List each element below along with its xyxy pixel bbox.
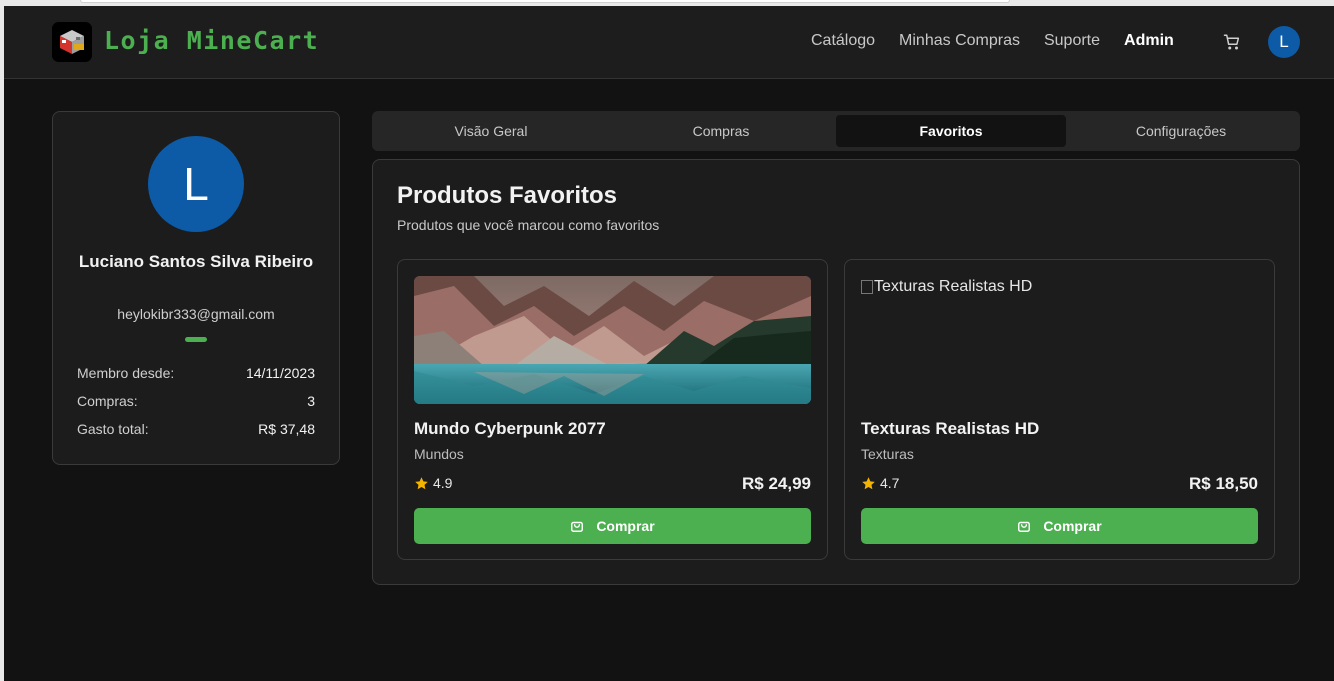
stat-value: 14/11/2023 <box>245 365 315 381</box>
profile-name: Luciano Santos Silva Ribeiro <box>78 252 314 271</box>
nav-catalogo[interactable]: Catálogo <box>811 32 875 50</box>
tab-configuracoes[interactable]: Configurações <box>1066 115 1296 147</box>
shopping-cart-icon[interactable] <box>1223 33 1243 53</box>
broken-image-icon <box>861 280 873 294</box>
status-indicator <box>185 337 207 342</box>
shopping-bag-icon <box>1018 521 1031 532</box>
buy-button-label: Comprar <box>596 518 655 534</box>
nav-minhas-compras[interactable]: Minhas Compras <box>899 32 1020 50</box>
favorites-panel: Produtos Favoritos Produtos que você mar… <box>372 159 1300 585</box>
stat-value: 3 <box>307 393 315 409</box>
stat-label: Compras: <box>77 393 138 409</box>
rating-value: 4.7 <box>880 475 900 491</box>
stat-value: R$ 37,48 <box>258 421 315 437</box>
product-name[interactable]: Texturas Realistas HD <box>861 419 1039 439</box>
stat-label: Membro desde: <box>77 365 175 381</box>
stat-purchases: Compras: 3 <box>77 392 315 420</box>
minecraft-block-logo-icon[interactable] <box>52 22 92 62</box>
buy-button[interactable]: Comprar <box>861 508 1258 544</box>
profile-avatar: L <box>148 136 244 232</box>
stat-member-since: Membro desde: 14/11/2023 <box>77 364 315 392</box>
profile-tabs: Visão Geral Compras Favoritos Configuraç… <box>372 111 1300 151</box>
product-image[interactable] <box>414 276 811 404</box>
product-card: Texturas Realistas HD Texturas Realistas… <box>844 259 1275 560</box>
product-category: Texturas <box>861 446 914 462</box>
product-card: Mundo Cyberpunk 2077 Mundos 4.9 R$ 24,99… <box>397 259 828 560</box>
shopping-bag-icon <box>571 521 584 532</box>
product-rating: 4.9 <box>414 475 452 491</box>
product-price: R$ 18,50 <box>1189 474 1258 493</box>
browser-chrome-side <box>0 0 4 681</box>
tab-visao-geral[interactable]: Visão Geral <box>376 115 606 147</box>
image-alt-text: Texturas Realistas HD <box>874 278 1033 295</box>
profile-stats: Membro desde: 14/11/2023 Compras: 3 Gast… <box>77 364 315 448</box>
top-navbar: Loja MineCart Catálogo Minhas Compras Su… <box>4 6 1334 79</box>
stat-total-spent: Gasto total: R$ 37,48 <box>77 420 315 448</box>
stat-label: Gasto total: <box>77 421 149 437</box>
user-avatar[interactable]: L <box>1268 26 1300 58</box>
rating-value: 4.9 <box>433 475 453 491</box>
nav-suporte[interactable]: Suporte <box>1044 32 1100 50</box>
main-nav: Catálogo Minhas Compras Suporte Admin <box>811 32 1198 50</box>
buy-button[interactable]: Comprar <box>414 508 811 544</box>
nav-admin[interactable]: Admin <box>1124 32 1174 50</box>
tab-compras[interactable]: Compras <box>606 115 836 147</box>
profile-card: L Luciano Santos Silva Ribeiro heylokibr… <box>52 111 340 465</box>
tab-favoritos[interactable]: Favoritos <box>836 115 1066 147</box>
panel-subtitle: Produtos que você marcou como favoritos <box>397 217 660 233</box>
browser-address-bar-edge <box>80 0 1010 3</box>
star-icon <box>415 476 428 489</box>
star-icon <box>862 476 875 489</box>
buy-button-label: Comprar <box>1043 518 1102 534</box>
product-name[interactable]: Mundo Cyberpunk 2077 <box>414 419 606 439</box>
product-rating: 4.7 <box>861 475 899 491</box>
product-price: R$ 24,99 <box>742 474 811 493</box>
product-category: Mundos <box>414 446 464 462</box>
product-image[interactable]: Texturas Realistas HD <box>861 278 1032 296</box>
brand-name[interactable]: Loja MineCart <box>104 26 319 55</box>
profile-email: heylokibr333@gmail.com <box>117 306 275 322</box>
panel-title: Produtos Favoritos <box>397 182 618 209</box>
